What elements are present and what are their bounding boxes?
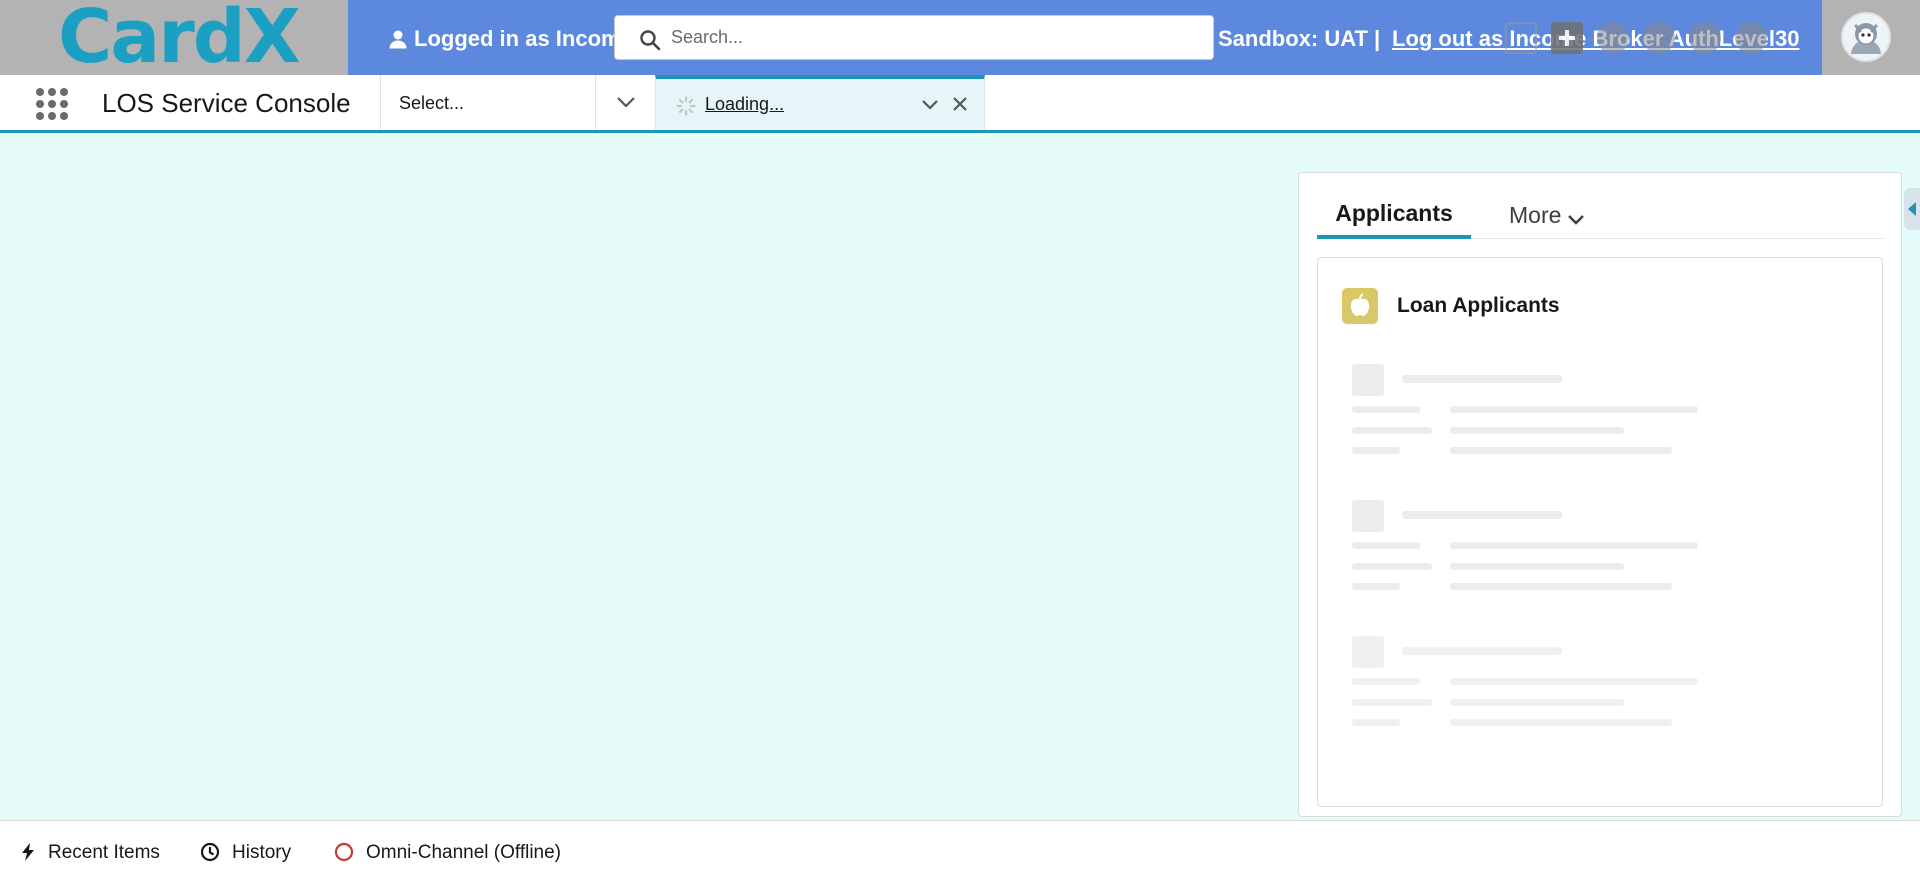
guidance-icon[interactable] xyxy=(1597,22,1629,54)
applicants-panel: Applicants More Loan Applicants xyxy=(1298,172,1902,817)
loan-applicants-card: Loan Applicants xyxy=(1317,257,1883,807)
panel-expand-handle[interactable] xyxy=(1904,188,1920,230)
app-launcher-icon[interactable] xyxy=(36,88,68,120)
global-header: CardX Logged in as Income Broker AuthLev… xyxy=(0,0,1920,75)
sandbox-label: Sandbox: UAT | xyxy=(1218,26,1381,51)
logged-in-banner: Logged in as Income Broker AuthLevel30 xyxy=(388,0,618,75)
tab-applicants[interactable]: Applicants xyxy=(1317,193,1471,239)
user-icon xyxy=(389,30,407,49)
tab-more[interactable]: More xyxy=(1509,193,1585,239)
navigation-menu-label: Select... xyxy=(399,93,465,113)
avatar-area xyxy=(1822,0,1920,75)
omni-channel-label: Omni-Channel (Offline) xyxy=(366,842,562,863)
utility-bar: Recent Items History Omni-Channel (Offli… xyxy=(0,820,1920,880)
notifications-bell-icon[interactable] xyxy=(1735,22,1767,54)
search-icon xyxy=(640,30,661,51)
chevron-down-icon xyxy=(617,97,635,108)
setup-gear-icon[interactable] xyxy=(1689,22,1721,54)
search-input[interactable] xyxy=(671,16,1191,59)
workspace-tab-label[interactable]: Loading... xyxy=(705,79,784,129)
cardx-logo: CardX xyxy=(58,0,301,80)
workspace-tab[interactable]: Loading... xyxy=(655,75,985,130)
loading-spinner-icon xyxy=(676,96,696,116)
navigation-menu-select[interactable]: Select... xyxy=(380,75,596,130)
loading-placeholder xyxy=(1352,500,1802,610)
logged-in-text: Logged in as Income Broker AuthLevel30 xyxy=(414,26,618,51)
recent-items-label: Recent Items xyxy=(48,842,160,863)
logo-area: CardX xyxy=(0,0,348,75)
history-label: History xyxy=(232,842,292,863)
offline-status-icon xyxy=(334,842,354,862)
global-search[interactable] xyxy=(614,15,1214,60)
utility-recent-items[interactable]: Recent Items xyxy=(20,821,160,880)
card-title: Loan Applicants xyxy=(1397,294,1560,317)
console-navbar: LOS Service Console Select... Loading... xyxy=(0,75,1920,133)
apple-icon xyxy=(1342,288,1378,324)
navigation-menu-toggle[interactable] xyxy=(595,75,655,130)
global-actions-icon[interactable] xyxy=(1551,22,1583,54)
avatar[interactable] xyxy=(1841,12,1891,62)
tab-actions-chevron-icon[interactable] xyxy=(919,93,941,115)
lightning-bolt-icon xyxy=(22,843,34,861)
tab-more-label: More xyxy=(1509,202,1562,228)
astro-avatar-icon xyxy=(1843,14,1889,60)
utility-history[interactable]: History xyxy=(200,821,291,880)
help-icon[interactable] xyxy=(1643,22,1675,54)
tab-close-icon[interactable] xyxy=(949,93,971,115)
favorites-icon[interactable] xyxy=(1505,22,1537,54)
utility-omni-channel[interactable]: Omni-Channel (Offline) xyxy=(334,821,561,880)
panel-tabs: Applicants More xyxy=(1317,193,1883,239)
chevron-down-icon xyxy=(1568,215,1585,225)
clock-icon xyxy=(200,842,220,862)
loading-placeholder xyxy=(1352,364,1802,474)
loading-placeholder xyxy=(1352,636,1802,746)
app-name: LOS Service Console xyxy=(102,88,351,118)
header-utility-icons xyxy=(1505,22,1767,54)
